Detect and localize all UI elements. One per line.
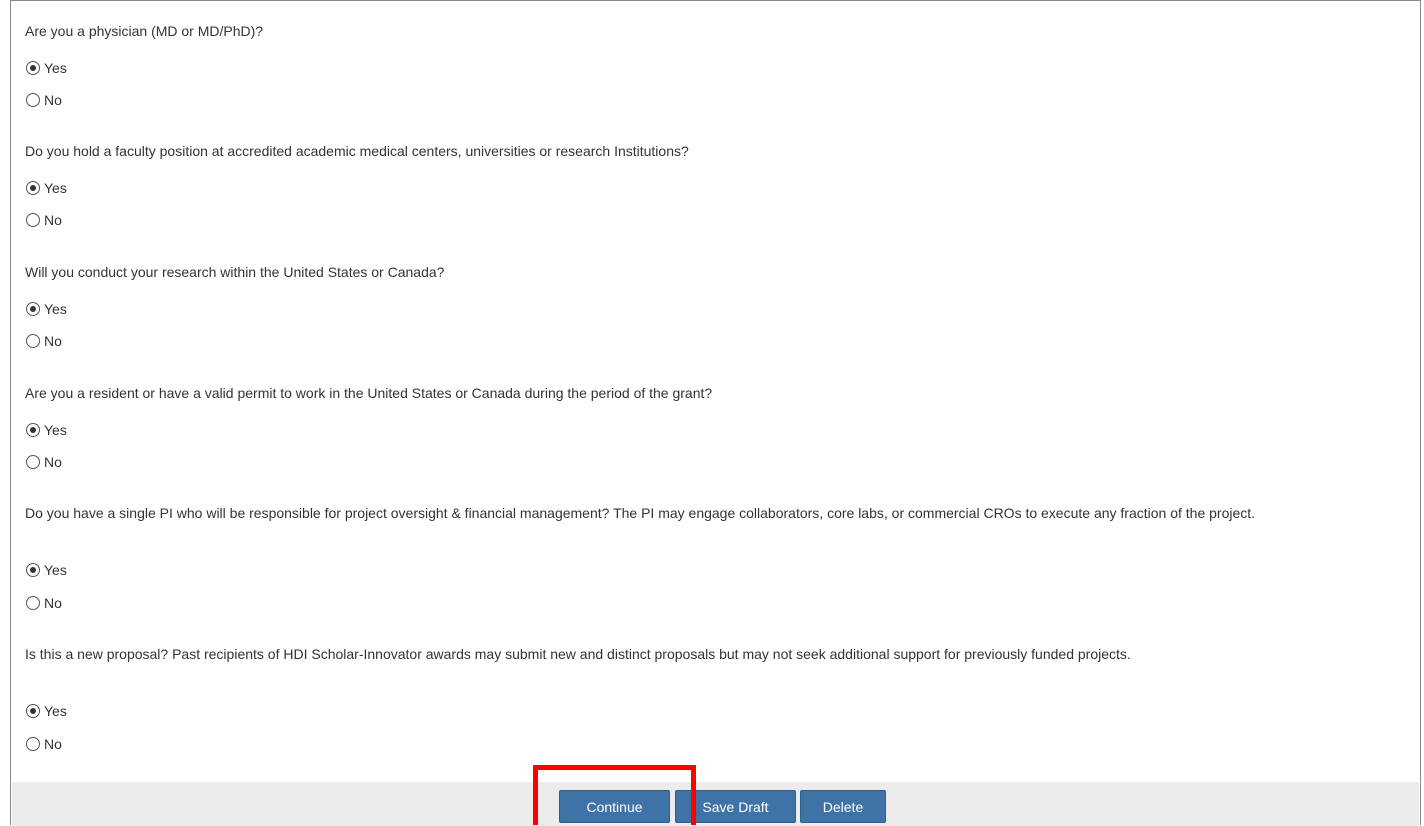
option-no[interactable]: No — [25, 210, 62, 230]
question-work-permit: Are you a resident or have a valid permi… — [25, 385, 1410, 470]
option-no[interactable]: No — [25, 90, 62, 110]
option-label: Yes — [44, 422, 67, 438]
radio-unchecked-icon[interactable] — [26, 455, 40, 469]
option-label: Yes — [44, 180, 67, 196]
option-no[interactable]: No — [25, 593, 62, 613]
option-yes[interactable]: Yes — [25, 701, 67, 721]
question-text: Is this a new proposal? Past recipients … — [25, 646, 1131, 662]
question-text: Do you hold a faculty position at accred… — [25, 143, 689, 159]
radio-unchecked-icon[interactable] — [26, 213, 40, 227]
question-single-pi: Do you have a single PI who will be resp… — [25, 505, 1410, 611]
option-yes[interactable]: Yes — [25, 420, 67, 440]
radio-checked-icon[interactable] — [26, 563, 40, 577]
option-label: Yes — [44, 60, 67, 76]
radio-checked-icon[interactable] — [26, 704, 40, 718]
option-no[interactable]: No — [25, 734, 62, 754]
question-physician: Are you a physician (MD or MD/PhD)? Yes … — [25, 23, 1410, 108]
question-faculty: Do you hold a faculty position at accred… — [25, 143, 1410, 228]
radio-checked-icon[interactable] — [26, 423, 40, 437]
save-draft-button[interactable]: Save Draft — [675, 790, 796, 823]
option-no[interactable]: No — [25, 331, 62, 351]
question-text: Do you have a single PI who will be resp… — [25, 505, 1256, 521]
option-label: No — [44, 212, 62, 228]
radio-checked-icon[interactable] — [26, 302, 40, 316]
option-label: Yes — [44, 703, 67, 719]
question-text: Are you a resident or have a valid permi… — [25, 385, 713, 401]
radio-unchecked-icon[interactable] — [26, 334, 40, 348]
option-label: No — [44, 333, 62, 349]
option-no[interactable]: No — [25, 452, 62, 472]
delete-button[interactable]: Delete — [800, 790, 886, 823]
option-label: Yes — [44, 301, 67, 317]
option-label: No — [44, 454, 62, 470]
continue-button[interactable]: Continue — [559, 790, 670, 823]
option-label: No — [44, 736, 62, 752]
option-yes[interactable]: Yes — [25, 178, 67, 198]
question-research-location: Will you conduct your research within th… — [25, 264, 1410, 349]
radio-unchecked-icon[interactable] — [26, 596, 40, 610]
option-yes[interactable]: Yes — [25, 58, 67, 78]
radio-unchecked-icon[interactable] — [26, 93, 40, 107]
radio-checked-icon[interactable] — [26, 61, 40, 75]
option-label: No — [44, 92, 62, 108]
question-text: Are you a physician (MD or MD/PhD)? — [25, 23, 264, 39]
question-text: Will you conduct your research within th… — [25, 264, 445, 280]
option-yes[interactable]: Yes — [25, 560, 67, 580]
question-new-proposal: Is this a new proposal? Past recipients … — [25, 646, 1410, 752]
radio-unchecked-icon[interactable] — [26, 737, 40, 751]
option-label: Yes — [44, 562, 67, 578]
radio-checked-icon[interactable] — [26, 181, 40, 195]
option-yes[interactable]: Yes — [25, 299, 67, 319]
form-frame: Are you a physician (MD or MD/PhD)? Yes … — [10, 0, 1421, 826]
option-label: No — [44, 595, 62, 611]
